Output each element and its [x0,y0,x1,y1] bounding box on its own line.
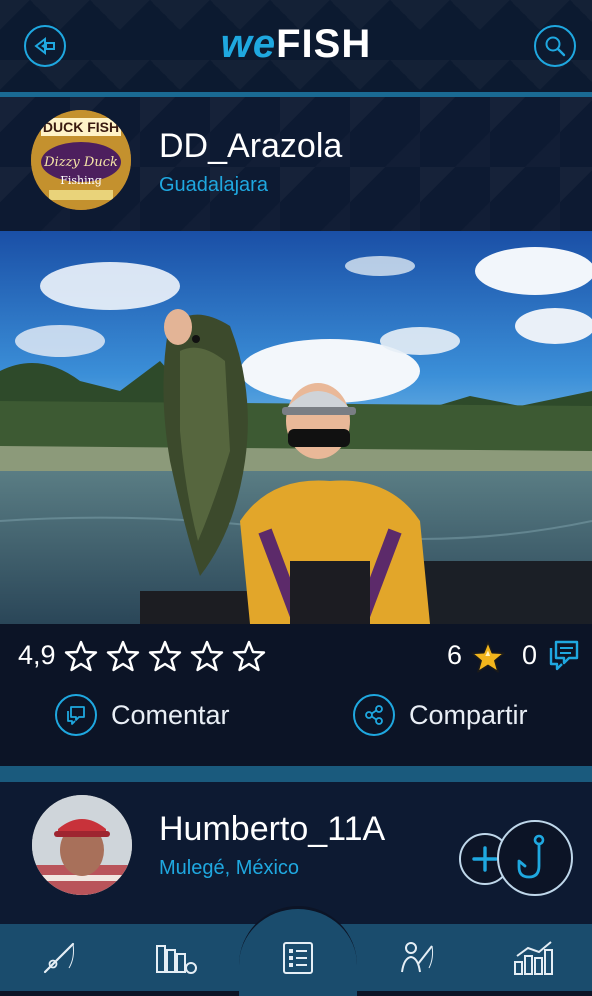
user-photo [32,795,132,895]
fishing-photo-illustration [0,231,592,624]
fish-hook-icon [517,834,545,879]
star-icon [106,640,140,672]
star-icon [232,640,266,672]
rod-icon [43,942,75,973]
catch-photo[interactable] [0,231,592,624]
post-divider [0,766,592,782]
svg-text:Fishing: Fishing [60,174,102,187]
nav-item-feed[interactable] [239,924,357,991]
favorites-count: 6 [447,640,463,670]
comment-button[interactable]: Comentar [55,694,230,736]
post-username[interactable]: DD_Arazola [159,127,342,166]
search-button[interactable] [534,25,576,67]
comment-icon [55,694,97,736]
post-stats: 4,9 6 0 Comentar Compartir [0,624,592,766]
next-post-username[interactable]: Humberto_11A [159,810,385,849]
avatar[interactable] [32,795,132,895]
ranking-chart-icon [514,940,553,975]
star-icon [190,640,224,672]
comment-label: Comentar [111,699,230,730]
duck-fish-logo: DUCK FISH Dizzy Duck Fishing [31,110,131,210]
list-icon [283,941,313,974]
nav-item-anglers[interactable] [357,924,475,991]
nav-item-tanks[interactable] [118,924,236,991]
next-post-location[interactable]: Mulegé, México [159,857,299,880]
next-post-header: Humberto_11A Mulegé, México [0,782,592,924]
star-icon [64,640,98,672]
comments-count: 0 [522,640,538,670]
nav-item-rods[interactable] [0,924,118,991]
avatar[interactable]: DUCK FISH Dizzy Duck Fishing [31,110,131,210]
post-header: DUCK FISH Dizzy Duck Fishing DD_Arazola … [0,97,592,231]
app-logo: weFISH [220,22,372,66]
share-icon [353,694,395,736]
comments-icon[interactable] [547,638,581,672]
rating-stars [64,640,266,672]
nav-item-ranking[interactable] [476,924,592,991]
hook-button[interactable] [497,820,573,896]
search-icon [545,36,566,57]
share-label: Compartir [409,699,528,730]
app-header: weFISH [0,0,592,92]
svg-text:Dizzy Duck: Dizzy Duck [43,155,118,170]
favorite-star-icon[interactable] [470,640,506,674]
bottom-navigation [0,906,592,996]
star-icon [148,640,182,672]
plus-icon [472,846,498,872]
post-location[interactable]: Guadalajara [159,174,268,197]
share-button[interactable]: Compartir [353,694,528,736]
rating-value: 4,9 [18,640,56,670]
angler-icon [401,941,434,972]
fish-tank-icon [156,944,197,974]
svg-text:DUCK FISH: DUCK FISH [43,119,119,135]
